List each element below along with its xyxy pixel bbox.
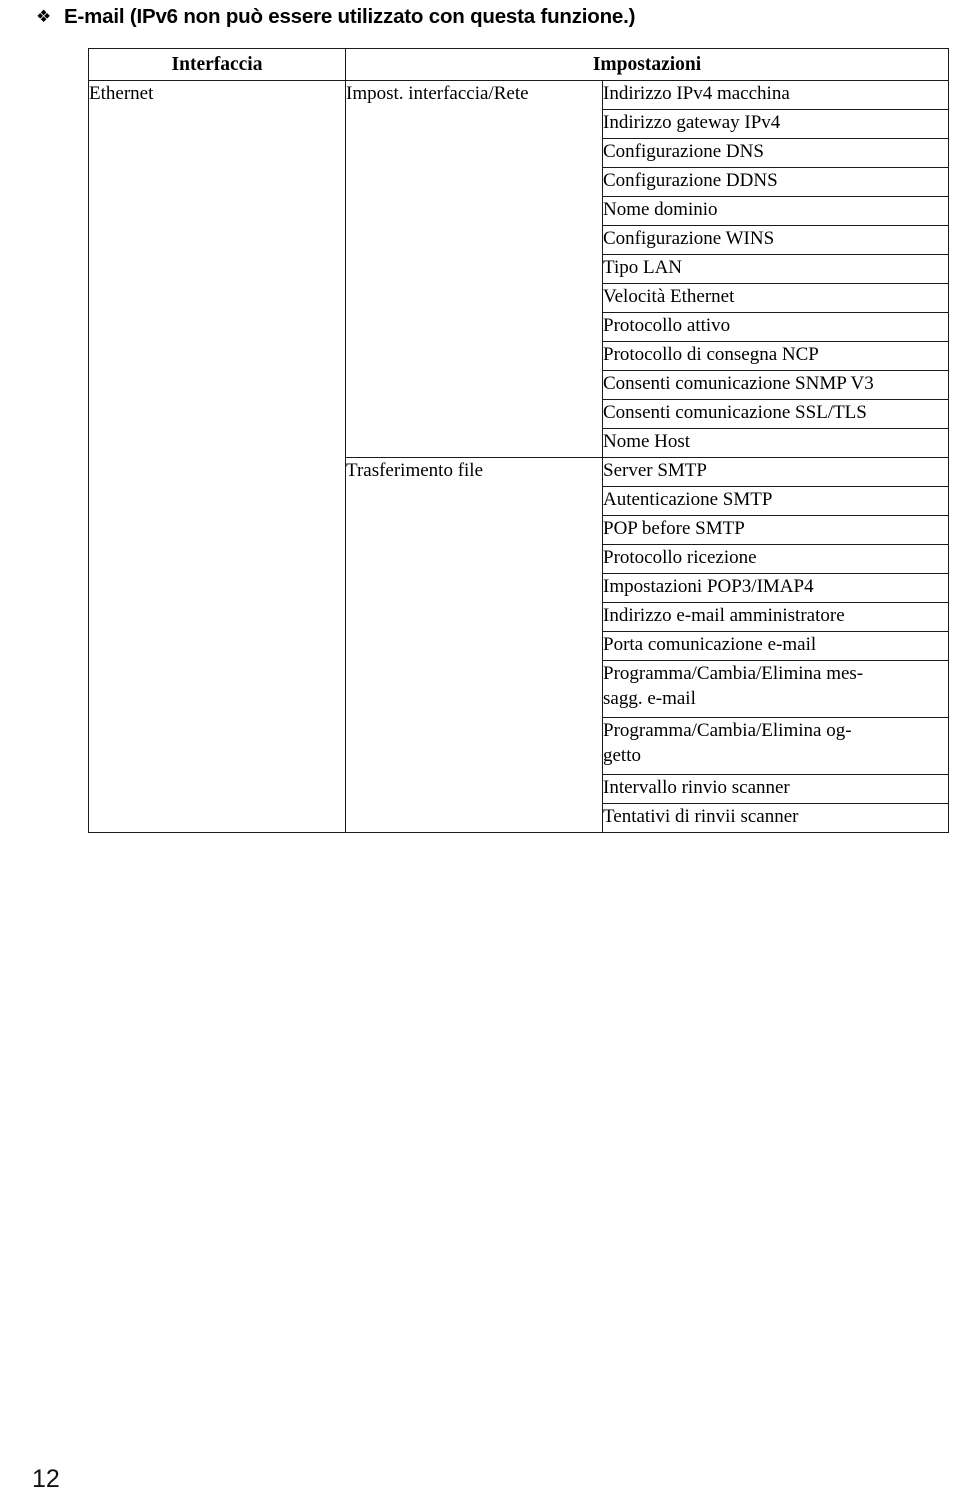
setting-item-cell: Nome Host <box>601 428 950 458</box>
setting-item-cell: Configurazione DDNS <box>601 167 950 197</box>
diamond-bullet-icon: ❖ <box>36 7 52 27</box>
setting-item-line: Intervallo rinvio scanner <box>603 777 790 798</box>
specification-table: Interfaccia Impostazioni Ethernet Impost.… <box>88 48 950 833</box>
setting-item-cell: POP before SMTP <box>601 515 950 545</box>
setting-item-line: Nome dominio <box>603 199 718 220</box>
setting-item-line: Configurazione WINS <box>603 228 775 249</box>
setting-item-cell: Programma/Cambia/Elimina og-getto <box>601 717 950 775</box>
setting-item-line: Consenti comunicazione SNMP V3 <box>603 373 874 394</box>
setting-item-line: Protocollo di consegna NCP <box>603 344 819 365</box>
setting-item-line: Consenti comunicazione SSL/TLS <box>603 402 867 423</box>
specification-table-container: Interfaccia Impostazioni Ethernet Impost.… <box>88 48 950 833</box>
setting-item-cell: Intervallo rinvio scanner <box>601 774 950 804</box>
setting-item-line: Programma/Cambia/Elimina og- <box>603 720 852 741</box>
table-body: Ethernet Impost. interfaccia/Rete Indirizz… <box>88 80 950 833</box>
setting-item-cell: Velocità Ethernet <box>601 283 950 313</box>
setting-item-line: Indirizzo gateway IPv4 <box>603 112 781 133</box>
setting-item-cell: Configurazione WINS <box>601 225 950 255</box>
interface-name-cell: Ethernet <box>88 80 346 833</box>
setting-item-cell: Consenti comunicazione SSL/TLS <box>601 399 950 429</box>
setting-item-cell: Protocollo attivo <box>601 312 950 342</box>
setting-item-line: Porta comunicazione e-mail <box>603 634 817 655</box>
column-header-settings: Impostazioni <box>344 48 950 81</box>
setting-item-cell: Porta comunicazione e-mail <box>601 631 950 661</box>
setting-item-cell: Consenti comunicazione SNMP V3 <box>601 370 950 400</box>
setting-item-line: sagg. e-mail <box>603 688 696 709</box>
section-heading: ❖ E-mail (IPv6 non può essere utilizzato… <box>36 4 936 30</box>
setting-item-cell: Indirizzo IPv4 macchina <box>601 80 950 110</box>
setting-item-cell: Autenticazione SMTP <box>601 486 950 516</box>
setting-item-line: Impostazioni POP3/IMAP4 <box>603 576 814 597</box>
setting-item-line: Indirizzo IPv4 macchina <box>603 83 790 104</box>
setting-item-line: getto <box>603 745 641 766</box>
setting-item-cell: Protocollo ricezione <box>601 544 950 574</box>
setting-item-line: Configurazione DNS <box>603 141 764 162</box>
setting-item-cell: Server SMTP <box>601 457 950 487</box>
setting-item-line: Tentativi di rinvii scanner <box>603 806 799 827</box>
setting-item-cell: Indirizzo e-mail amministratore <box>601 602 950 632</box>
setting-group-cell: Impost. interfaccia/Rete <box>345 80 603 458</box>
setting-item-cell: Nome dominio <box>601 196 950 226</box>
setting-item-cell: Indirizzo gateway IPv4 <box>601 109 950 139</box>
setting-item-line: POP before SMTP <box>603 518 745 539</box>
setting-item-line: Tipo LAN <box>603 257 683 278</box>
setting-item-cell: Tentativi di rinvii scanner <box>601 803 950 833</box>
setting-item-line: Protocollo attivo <box>603 315 731 336</box>
setting-item-cell: Configurazione DNS <box>601 138 950 168</box>
section-heading-text: E-mail (IPv6 non può essere utilizzato c… <box>64 5 636 28</box>
column-header-interface: Interfaccia <box>88 48 346 81</box>
table-row: Ethernet Impost. interfaccia/Rete Indirizz… <box>88 80 950 833</box>
table-header-row: Interfaccia Impostazioni <box>88 48 950 81</box>
table-header: Interfaccia Impostazioni <box>88 48 950 81</box>
setting-group-cell: Trasferimento file <box>345 457 603 833</box>
setting-item-cell: Programma/Cambia/Elimina mes-sagg. e-mai… <box>601 660 950 718</box>
setting-item-line: Programma/Cambia/Elimina mes- <box>603 663 864 684</box>
setting-item-line: Indirizzo e-mail amministratore <box>603 605 845 626</box>
setting-item-cell: Protocollo di consegna NCP <box>601 341 950 371</box>
setting-item-line: Velocità Ethernet <box>603 286 735 307</box>
setting-item-line: Autenticazione SMTP <box>603 489 773 510</box>
page-number: 12 <box>32 1465 60 1493</box>
setting-item-line: Configurazione DDNS <box>603 170 778 191</box>
setting-item-line: Protocollo ricezione <box>603 547 757 568</box>
setting-item-line: Nome Host <box>603 431 691 452</box>
setting-item-cell: Impostazioni POP3/IMAP4 <box>601 573 950 603</box>
setting-item-cell: Tipo LAN <box>601 254 950 284</box>
setting-item-line: Server SMTP <box>603 460 707 481</box>
